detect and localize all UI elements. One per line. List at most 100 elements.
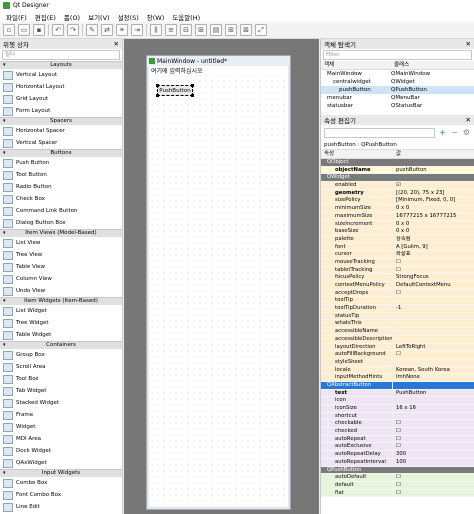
save-icon[interactable]: ▪: [33, 24, 45, 36]
form-canvas[interactable]: 여기에 입력하십시오 PushButton: [149, 66, 288, 507]
property-row[interactable]: autoExclusive ☐: [321, 443, 474, 452]
property-value-cell[interactable]: ImhNone: [393, 374, 474, 381]
lay-out-form-icon[interactable]: ▤: [210, 24, 222, 36]
widget-category-header[interactable]: Layouts: [0, 61, 122, 69]
property-row[interactable]: autoFillBackground ☐: [321, 351, 474, 359]
widget-item[interactable]: Table Widget: [0, 329, 122, 341]
menu-item[interactable]: 창(W): [143, 12, 168, 22]
widget-item[interactable]: Group Box: [0, 349, 122, 361]
property-value-cell[interactable]: 16 x 16: [393, 405, 474, 412]
property-value-cell[interactable]: 상속됨: [393, 236, 474, 243]
property-row[interactable]: toolTip: [321, 297, 474, 306]
property-value-cell[interactable]: [393, 320, 474, 327]
property-row[interactable]: autoRepeat ☐: [321, 435, 474, 444]
edit-signals-icon[interactable]: ⇄: [101, 24, 113, 36]
widget-item[interactable]: Combo Box: [0, 477, 122, 489]
property-row[interactable]: autoRepeatInterval 100: [321, 458, 474, 467]
column-header-object[interactable]: 객체: [321, 61, 391, 69]
widget-item[interactable]: Radio Button: [0, 181, 122, 193]
widget-category-header[interactable]: Containers: [0, 341, 122, 349]
property-value-cell[interactable]: ☐: [393, 267, 474, 274]
property-value-cell[interactable]: 300: [393, 451, 474, 458]
widget-category-header[interactable]: Spacers: [0, 117, 122, 125]
close-icon[interactable]: ✕: [466, 116, 471, 124]
menu-item[interactable]: 설정(S): [114, 12, 143, 22]
redo-icon[interactable]: ↷: [67, 24, 79, 36]
widget-item[interactable]: Check Box: [0, 193, 122, 205]
property-value-cell[interactable]: ☐: [393, 490, 474, 497]
widget-filter-input[interactable]: 필터: [2, 50, 120, 60]
widget-item[interactable]: Form Layout: [0, 105, 122, 117]
property-row[interactable]: autoDefault ☐: [321, 474, 474, 482]
property-row[interactable]: toolTipDuration -1: [321, 305, 474, 313]
widget-category-header[interactable]: Item Views (Model-Based): [0, 229, 122, 237]
adjust-size-icon[interactable]: ⤢: [255, 24, 267, 36]
widget-item[interactable]: List View: [0, 237, 122, 249]
property-row[interactable]: geometry [(20, 20), 75 x 23]: [321, 189, 474, 198]
object-tree-row[interactable]: statusbar QStatusBar: [321, 102, 474, 110]
property-row[interactable]: statusTip: [321, 312, 474, 321]
property-group-row[interactable]: QAbstractButton: [321, 381, 474, 390]
form-window[interactable]: MainWindow - untitled* 여기에 입력하십시오 PushBu…: [146, 55, 291, 510]
property-row[interactable]: iconSize 16 x 16: [321, 405, 474, 413]
column-header-property[interactable]: 속성: [321, 150, 393, 158]
widget-item[interactable]: Tool Box: [0, 373, 122, 385]
property-value-cell[interactable]: StrongFocus: [393, 274, 474, 281]
menu-item[interactable]: 편집(E): [31, 12, 60, 22]
property-row[interactable]: checked ☐: [321, 428, 474, 436]
property-value-cell[interactable]: ☐: [393, 482, 474, 489]
property-value-cell[interactable]: [393, 336, 474, 343]
object-tree-row[interactable]: pushButton QPushButton: [321, 86, 474, 94]
resize-handle-bl[interactable]: [156, 94, 159, 97]
property-row[interactable]: accessibleDescription: [321, 335, 474, 344]
property-row[interactable]: shortcut: [321, 412, 474, 421]
property-value-cell[interactable]: [Minimum, Fixed, 0, 0]: [393, 197, 474, 204]
menu-item[interactable]: 보기(V): [84, 12, 113, 22]
property-value-cell[interactable]: 16777215 x 16777215: [393, 213, 474, 220]
widget-item[interactable]: Command Link Button: [0, 205, 122, 217]
widget-item[interactable]: Tree Widget: [0, 317, 122, 329]
widget-item[interactable]: Vertical Spacer: [0, 137, 122, 149]
property-group-row[interactable]: QWidget: [321, 174, 474, 183]
widget-item[interactable]: Font Combo Box: [0, 489, 122, 501]
property-value-cell[interactable]: 0 x 0: [393, 228, 474, 235]
property-value-cell[interactable]: A [Gulim, 9]: [393, 244, 474, 251]
property-value-cell[interactable]: [393, 413, 474, 420]
property-row[interactable]: sizePolicy [Minimum, Fixed, 0, 0]: [321, 197, 474, 206]
remove-property-icon[interactable]: −: [450, 128, 459, 138]
edit-widgets-icon[interactable]: ✎: [86, 24, 98, 36]
property-value-cell[interactable]: ☑: [393, 182, 474, 189]
property-group-row[interactable]: QPushButton: [321, 466, 474, 475]
property-row[interactable]: palette 상속됨: [321, 235, 474, 244]
property-row[interactable]: contextMenuPolicy DefaultContextMenu: [321, 282, 474, 290]
property-row[interactable]: cursor 화살표: [321, 251, 474, 259]
property-row[interactable]: layoutDirection LeftToRight: [321, 343, 474, 352]
break-layout-icon[interactable]: ⊠: [240, 24, 252, 36]
property-row[interactable]: enabled ☑: [321, 182, 474, 190]
property-value-cell[interactable]: ☐: [393, 420, 474, 427]
lay-out-horizontal-splitter-icon[interactable]: ⊟: [180, 24, 192, 36]
widget-item[interactable]: MDI Area: [0, 433, 122, 445]
property-value-cell[interactable]: ☐: [393, 290, 474, 297]
property-row[interactable]: mouseTracking ☐: [321, 258, 474, 267]
lay-out-vertical-splitter-icon[interactable]: ⊞: [195, 24, 207, 36]
resize-handle-br[interactable]: [191, 94, 194, 97]
property-group-row[interactable]: QObject: [321, 159, 474, 167]
property-value-cell[interactable]: [393, 313, 474, 320]
object-tree-row[interactable]: MainWindow QMainWindow: [321, 70, 474, 78]
object-filter-input[interactable]: Filter: [323, 50, 472, 60]
property-row[interactable]: baseSize 0 x 0: [321, 228, 474, 236]
property-value-cell[interactable]: 화살표: [393, 251, 474, 258]
property-row[interactable]: icon: [321, 397, 474, 405]
widget-item[interactable]: Vertical Layout: [0, 69, 122, 81]
property-row[interactable]: accessibleName: [321, 328, 474, 336]
property-value-cell[interactable]: [393, 359, 474, 366]
column-header-class[interactable]: 클래스: [391, 61, 409, 69]
widget-category-header[interactable]: Input Widgets: [0, 469, 122, 477]
property-value-cell[interactable]: [393, 328, 474, 335]
widget-item[interactable]: Undo View: [0, 285, 122, 297]
close-icon[interactable]: ✕: [466, 40, 471, 48]
property-value-cell[interactable]: ☐: [393, 259, 474, 266]
property-value-cell[interactable]: ☐: [393, 443, 474, 450]
property-row[interactable]: inputMethodHints ImhNone: [321, 374, 474, 382]
